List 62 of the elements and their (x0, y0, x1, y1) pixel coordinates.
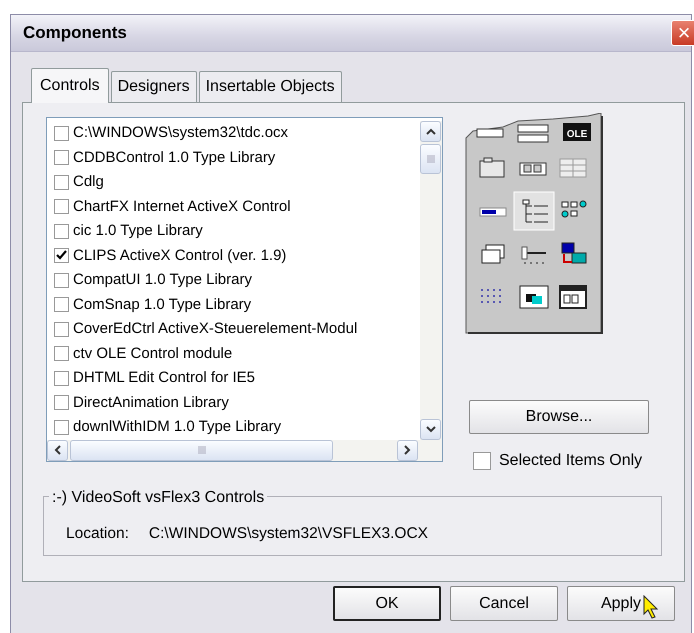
tab[interactable]: Controls (31, 68, 109, 103)
scroll-down-button[interactable] (420, 418, 441, 440)
tool-icon[interactable] (520, 162, 546, 176)
list-item[interactable]: ComSnap 1.0 Type Library (73, 294, 252, 316)
grip-icon (426, 155, 434, 163)
dialog-button[interactable]: OK (333, 586, 441, 621)
checkbox[interactable] (54, 370, 69, 386)
list-item[interactable]: C:\WINDOWS\system32\tdc.ocx (73, 122, 288, 144)
toolbox-drawing: OLE (466, 113, 603, 334)
caret-down-icon (426, 426, 436, 432)
tool-icon[interactable] (562, 242, 586, 264)
cursor-icon (644, 595, 658, 619)
close-button[interactable]: × (671, 20, 694, 46)
checkbox[interactable] (54, 174, 69, 190)
checkbox[interactable] (473, 452, 491, 470)
checkbox[interactable] (54, 420, 69, 435)
caret-up-icon (426, 128, 436, 135)
checkbox[interactable] (54, 126, 69, 141)
caret-left-icon (54, 445, 61, 456)
scroll-right-button[interactable] (397, 440, 418, 461)
list-item[interactable]: Cdlg (73, 171, 104, 194)
location-label: Location: (66, 524, 129, 544)
list-item[interactable]: CoverEdCtrl ActiveX-Steuerelement-Modul (73, 318, 358, 340)
checkbox[interactable] (54, 199, 69, 214)
scrollbar-thumb[interactable] (420, 144, 441, 174)
list-item[interactable]: DHTML Edit Control for IE5 (73, 367, 255, 390)
tab[interactable]: Insertable Objects (198, 71, 342, 102)
dialog-button[interactable]: Apply (567, 586, 675, 621)
list-item[interactable]: ctv OLE Control module (73, 342, 232, 365)
checkbox[interactable] (54, 248, 69, 264)
tool-icon[interactable] (522, 246, 546, 264)
dialog-button[interactable]: Cancel (450, 586, 558, 621)
checkbox[interactable] (54, 297, 69, 312)
list-item[interactable]: ChartFX Internet ActiveX Control (73, 196, 291, 218)
tool-icon[interactable] (562, 200, 586, 218)
tool-icon[interactable] (482, 244, 504, 264)
list-item[interactable]: cic 1.0 Type Library (73, 220, 203, 242)
tool-icon[interactable] (480, 158, 504, 178)
scroll-left-button[interactable] (47, 440, 68, 461)
tab[interactable]: Designers (110, 71, 197, 102)
window-title: Components (23, 22, 127, 44)
scroll-up-button[interactable] (420, 121, 441, 142)
location-path: C:\WINDOWS\system32\VSFLEX3.OCX (148, 524, 428, 544)
list-item[interactable]: CompatUI 1.0 Type Library (73, 269, 252, 292)
list-item[interactable]: DirectAnimation Library (73, 392, 229, 414)
scrollbar-thumb[interactable] (70, 440, 333, 461)
tool-icon[interactable] (480, 208, 506, 216)
checkbox-label[interactable]: Selected Items Only (499, 449, 642, 473)
tool-icon[interactable] (559, 285, 587, 309)
grip-icon (198, 446, 206, 454)
caret-right-icon (404, 445, 411, 456)
tool-icon[interactable] (520, 286, 548, 308)
checkbox[interactable] (54, 346, 69, 362)
list-item[interactable]: CDDBControl 1.0 Type Library (73, 146, 276, 169)
checkbox[interactable] (54, 395, 69, 410)
checkbox[interactable] (54, 224, 69, 239)
checkbox[interactable] (54, 322, 69, 337)
browse-button[interactable]: Browse... (469, 400, 649, 434)
list-item[interactable]: CLIPS ActiveX Control (ver. 1.9) (73, 244, 286, 267)
checkbox[interactable] (54, 272, 69, 288)
checkbox[interactable] (54, 150, 69, 166)
list-item[interactable]: downlWithIDM 1.0 Type Library (73, 416, 282, 438)
